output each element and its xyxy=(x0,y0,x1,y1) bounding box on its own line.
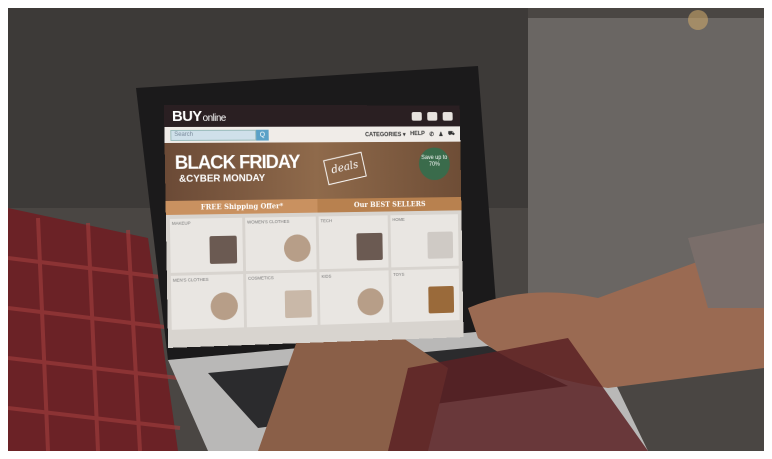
product-image xyxy=(210,291,239,321)
laptop-screen: BUYonline Search Q CATEGORIES ▾ HELP ✆ ♟… xyxy=(163,104,464,348)
tile-label: WOMEN'S CLOTHES xyxy=(247,218,290,225)
deals-tag: deals xyxy=(323,151,367,186)
category-mens[interactable]: MEN'S CLOTHES xyxy=(170,274,245,330)
product-image xyxy=(356,232,383,261)
save-badge: Save up to 70% xyxy=(418,147,451,181)
product-image xyxy=(427,231,454,259)
banner-headline: BLACK FRIDAY xyxy=(174,152,300,174)
site-header: BUYonline xyxy=(163,104,461,127)
category-home[interactable]: HOME xyxy=(390,214,459,268)
logo-suffix: online xyxy=(202,112,226,124)
photo: BUYonline Search Q CATEGORIES ▾ HELP ✆ ♟… xyxy=(8,8,764,451)
category-grid: MAKEUP WOMEN'S CLOTHES TECH HOME MEN'S C… xyxy=(166,210,463,334)
logo-text: BUY xyxy=(171,107,202,125)
search-input[interactable]: Search xyxy=(170,129,257,141)
nav-categories[interactable]: CATEGORIES ▾ xyxy=(365,131,406,138)
lamp-glow xyxy=(688,10,708,30)
category-kids[interactable]: KIDS xyxy=(319,270,390,325)
site-logo[interactable]: BUYonline xyxy=(172,107,226,124)
category-tech[interactable]: TECH xyxy=(318,215,389,270)
category-womens[interactable]: WOMEN'S CLOTHES xyxy=(245,216,317,272)
user-icon[interactable]: ♟ xyxy=(438,131,443,138)
menu-icon[interactable] xyxy=(442,111,453,121)
cart-icon[interactable]: ⛟ xyxy=(448,130,455,138)
header-icons xyxy=(411,111,453,121)
tile-label: MAKEUP xyxy=(171,220,191,226)
promo-banner[interactable]: BLACK FRIDAY &CYBER MONDAY deals Save up… xyxy=(164,141,462,202)
chat-icon[interactable] xyxy=(411,111,422,121)
nav-help[interactable]: HELP xyxy=(410,131,425,137)
best-sellers-link[interactable]: Our BEST SELLERS xyxy=(317,197,462,213)
nav-links: CATEGORIES ▾ HELP ✆ ♟ ⛟ xyxy=(365,130,455,138)
category-makeup[interactable]: MAKEUP xyxy=(169,217,244,273)
product-image xyxy=(284,289,312,319)
category-toys[interactable]: TOYS xyxy=(391,268,460,323)
tile-label: COSMETICS xyxy=(248,275,274,281)
category-cosmetics[interactable]: COSMETICS xyxy=(246,272,318,328)
site-nav: Search Q CATEGORIES ▾ HELP ✆ ♟ ⛟ xyxy=(164,126,461,143)
tile-label: KIDS xyxy=(321,273,332,279)
product-image xyxy=(283,234,311,263)
phone-icon[interactable]: ✆ xyxy=(429,131,434,138)
tile-label: TECH xyxy=(320,218,333,224)
product-image xyxy=(428,285,455,314)
free-shipping-link[interactable]: FREE Shipping Offer* xyxy=(165,198,318,216)
product-image xyxy=(209,235,238,264)
banner-subheadline: &CYBER MONDAY xyxy=(178,173,266,185)
tile-label: TOYS xyxy=(393,271,405,277)
product-image xyxy=(357,287,384,316)
tile-label: MEN'S CLOTHES xyxy=(172,276,209,283)
search-button[interactable]: Q xyxy=(256,129,269,141)
mail-icon[interactable] xyxy=(427,111,438,121)
tile-label: HOME xyxy=(392,216,405,223)
